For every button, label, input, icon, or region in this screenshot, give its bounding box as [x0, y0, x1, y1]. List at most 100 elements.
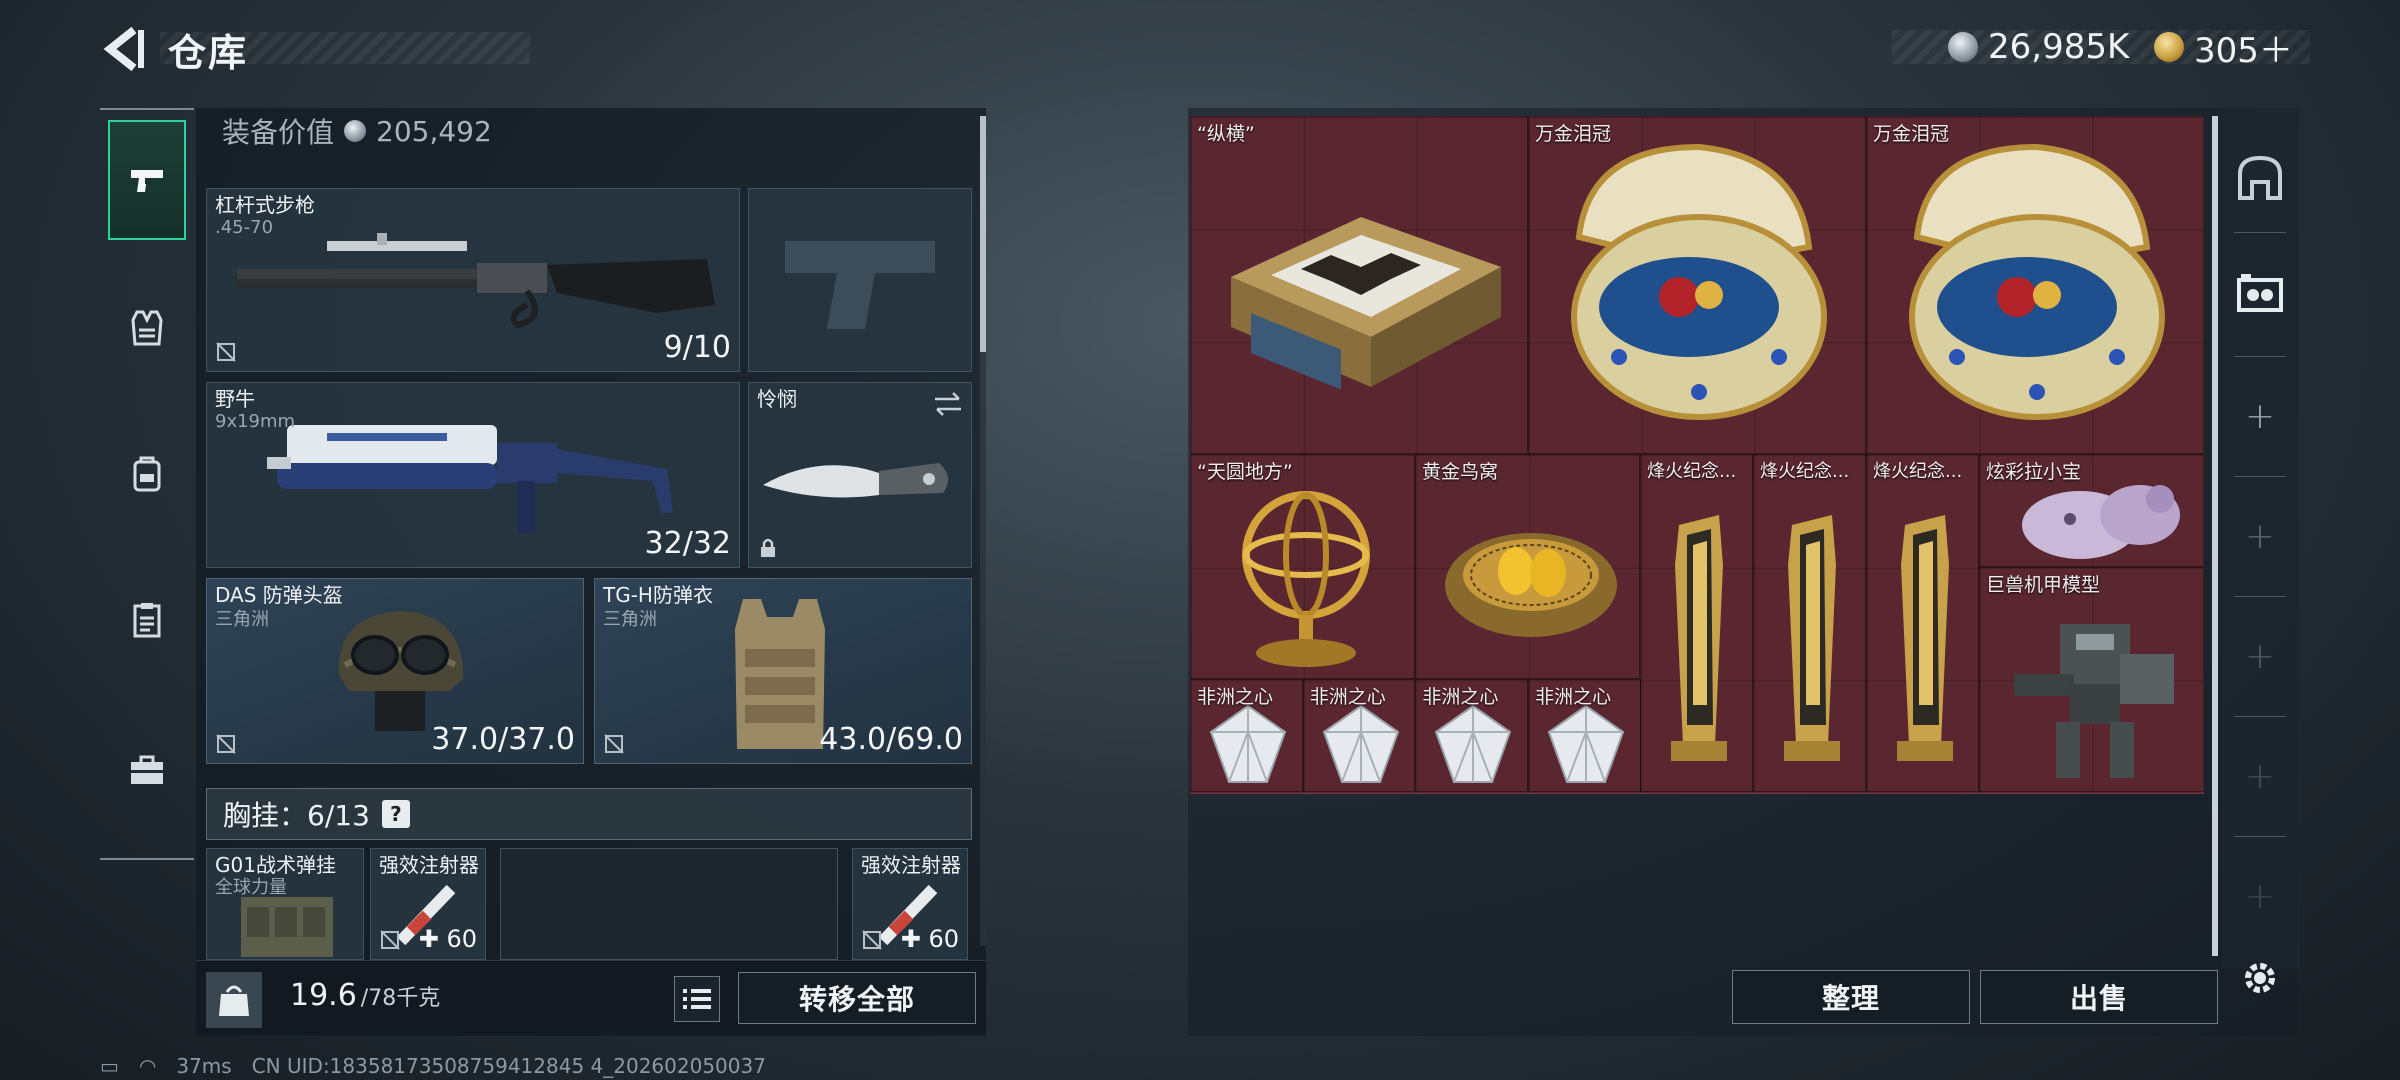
no-insure-icon [216, 734, 236, 754]
pistol-slot[interactable] [748, 188, 972, 372]
melee-name: 怜悯 [757, 387, 797, 411]
chess-set-image [1231, 217, 1501, 390]
list-icon[interactable] [674, 976, 720, 1022]
diamond-image [1322, 704, 1399, 783]
plus-icon[interactable]: + [2230, 746, 2290, 806]
storage-item[interactable]: 烽火纪念... [1866, 454, 1979, 792]
armor-slot[interactable]: TG-H防弹衣 三角洲 43.0/69.0 [594, 578, 972, 764]
carry-weight-value: 19.6 [290, 978, 357, 1013]
item-name: 非洲之心 [1422, 686, 1499, 708]
secondary-weapon-ammo: 32/32 [644, 526, 731, 561]
pistol-icon [131, 170, 163, 192]
no-insure-icon [862, 930, 882, 950]
no-insure-icon [380, 930, 400, 950]
tape-icon[interactable] [2230, 264, 2290, 324]
golden-nest-image [1445, 533, 1617, 637]
storage-item[interactable]: 炫彩拉小宝 [1979, 454, 2204, 567]
status-row: ▭ ◠ 37ms CN UID:18358173508759412845 4_2… [100, 1054, 766, 1078]
gold-amount: 305＋ [2194, 30, 2293, 71]
storage-item[interactable]: 黄金鸟窝 [1415, 454, 1640, 679]
gold-currency[interactable]: 305＋ [2154, 24, 2293, 71]
category-rail [100, 108, 194, 860]
storage-item[interactable]: 巨兽机甲模型 [1979, 567, 2204, 792]
primary-weapon-caliber: .45-70 [215, 217, 274, 238]
storage-scrollbar[interactable] [2212, 116, 2218, 956]
rail-separator [2234, 476, 2286, 477]
melee-slot[interactable]: 怜悯 [748, 382, 972, 568]
injector-slot-1[interactable]: 强效注射器 ✚ 60 [370, 848, 486, 960]
plus-icon[interactable]: + [2230, 866, 2290, 926]
beacon-trophy-image [1897, 515, 1953, 761]
rail-clipboard[interactable] [108, 560, 186, 680]
beacon-trophy-image [1671, 515, 1727, 761]
item-name: “纵横” [1197, 123, 1255, 145]
item-name: 非洲之心 [1309, 686, 1386, 708]
vest-icon [131, 310, 163, 346]
storage-item[interactable]: 非洲之心 [1190, 679, 1303, 792]
storage-item[interactable]: 烽火纪念... [1640, 454, 1753, 792]
helmet-origin: 三角洲 [215, 609, 269, 630]
item-name: 万金泪冠 [1535, 123, 1612, 145]
armor-origin: 三角洲 [603, 609, 657, 630]
rail-weapons[interactable] [108, 120, 186, 240]
diamond-image [1547, 704, 1625, 783]
item-name: 烽火纪念... [1647, 461, 1737, 482]
gear-icon[interactable] [2230, 948, 2290, 1008]
rail-backpack[interactable] [108, 414, 186, 534]
secondary-weapon-caliber: 9x19mm [215, 411, 296, 432]
toolbox-icon [131, 755, 163, 784]
carry-weight-max: /78千克 [360, 986, 441, 1011]
plus-icon[interactable]: + [2230, 626, 2290, 686]
silver-currency: 26,985K [1948, 24, 2129, 70]
help-icon[interactable]: ? [381, 800, 410, 828]
armillary-sphere-image [1242, 491, 1370, 667]
transfer-all-button[interactable]: 转移全部 [738, 972, 976, 1024]
uid: CN UID:18358173508759412845 4_2026020500… [251, 1054, 766, 1078]
item-name: 黄金鸟窝 [1422, 461, 1499, 483]
beacon-trophy-image [1784, 515, 1840, 761]
storage-item[interactable]: 非洲之心 [1415, 679, 1529, 792]
item-name: 巨兽机甲模型 [1986, 574, 2101, 596]
primary-weapon-slot[interactable]: 杠杆式步枪 .45-70 9/10 [206, 188, 740, 372]
rail-separator [2234, 716, 2286, 717]
equipment-value: 装备价值 205,492 [222, 110, 492, 152]
storage-item[interactable]: 非洲之心 [1302, 679, 1416, 792]
sort-button[interactable]: 整理 [1732, 970, 1970, 1024]
storage-item[interactable]: 非洲之心 [1528, 679, 1641, 792]
empty-rig-slot[interactable] [500, 848, 838, 960]
swap-icon[interactable] [933, 391, 963, 417]
bizon-smg-image [267, 425, 673, 533]
rail-toolbox[interactable] [108, 710, 186, 830]
injector-slot-2[interactable]: 强效注射器 ✚ 60 [852, 848, 968, 960]
storage-item[interactable]: 万金泪冠 [1866, 116, 2204, 454]
injector-1-count: ✚ 60 [418, 925, 477, 953]
injector-1-name: 强效注射器 [379, 853, 479, 877]
item-name: 万金泪冠 [1873, 123, 1950, 145]
plus-icon[interactable]: + [2230, 386, 2290, 446]
primary-weapon-ammo: 9/10 [663, 330, 731, 365]
rail-separator [2234, 836, 2286, 837]
rig-slot[interactable]: G01战术弹挂 全球力量 [206, 848, 364, 960]
helmet-name: DAS 防弹头盔 [215, 583, 343, 607]
safe-icon[interactable] [2230, 148, 2290, 208]
storage-item[interactable]: “天圆地方” [1190, 454, 1415, 679]
storage-item[interactable]: 烽火纪念... [1753, 454, 1866, 792]
plus-icon[interactable]: + [2230, 506, 2290, 566]
storage-item[interactable]: “纵横” [1190, 116, 1528, 454]
gold-coin-icon [2154, 32, 2184, 62]
rail-separator [2234, 232, 2286, 233]
injector-1-count-value: 60 [446, 925, 477, 953]
armor-durability: 43.0/69.0 [819, 722, 963, 757]
silver-coin-icon [1948, 32, 1978, 62]
rail-gear[interactable] [108, 268, 186, 388]
sell-button[interactable]: 出售 [1980, 970, 2218, 1024]
clipboard-icon [133, 603, 161, 638]
storage-item[interactable]: 万金泪冠 [1528, 116, 1866, 454]
back-arrow-icon[interactable] [100, 24, 146, 74]
item-name: 烽火纪念... [1873, 461, 1963, 482]
equipment-scroll-thumb[interactable] [980, 116, 986, 352]
secondary-weapon-slot[interactable]: 野牛 9x19mm 32/32 [206, 382, 740, 568]
pistol-placeholder-icon [785, 241, 935, 329]
diamond-image [1209, 704, 1287, 783]
helmet-slot[interactable]: DAS 防弹头盔 三角洲 37.0/37.0 [206, 578, 584, 764]
